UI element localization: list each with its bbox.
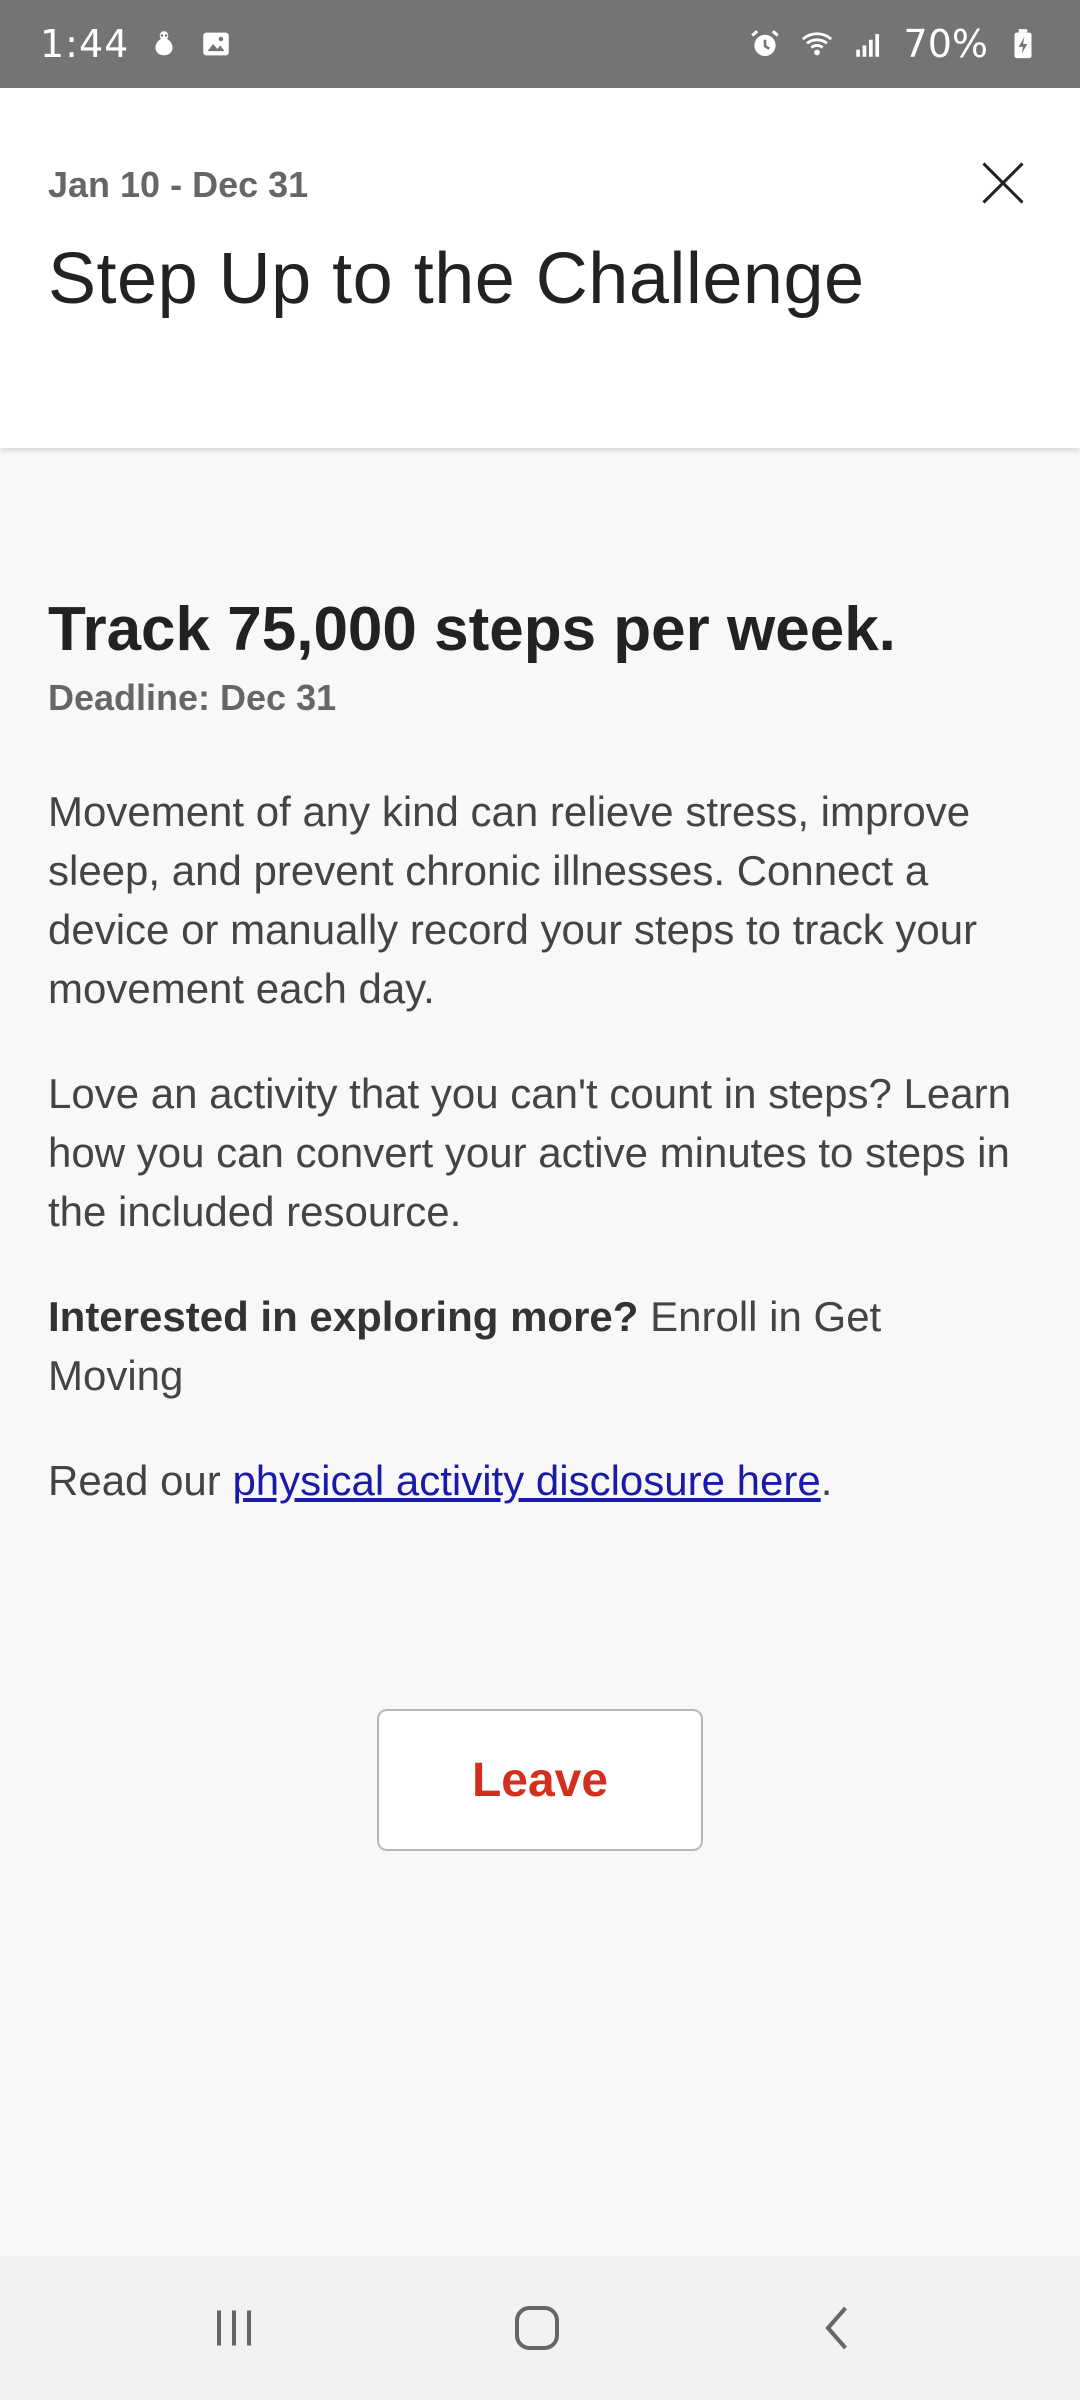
close-button[interactable] [968,148,1038,218]
disclosure-prefix: Read our [48,1457,233,1504]
page-title: Step Up to the Challenge [48,239,865,319]
recents-button[interactable] [174,2256,294,2400]
home-icon [515,2306,559,2350]
notification-icon [147,27,181,61]
back-button[interactable] [778,2256,898,2400]
wifi-icon [800,27,834,61]
deadline: Deadline: Dec 31 [48,677,337,718]
explore-bold-text: Interested in exploring more? [48,1293,639,1340]
header-card: Jan 10 - Dec 31 Step Up to the Challenge [0,88,1080,448]
signal-icon [852,27,886,61]
challenge-content: Track 75,000 steps per week. Deadline: D… [48,590,1028,1510]
battery-percent: 70% [903,22,988,66]
status-time: 1:44 [40,22,130,66]
status-bar-left: 1:44 [40,22,233,66]
home-button[interactable] [477,2256,597,2400]
alarm-icon [748,27,782,61]
date-range: Jan 10 - Dec 31 [48,164,309,205]
explore-paragraph: Interested in exploring more? Enroll in … [48,1287,1028,1405]
disclosure-paragraph: Read our physical activity disclosure he… [48,1451,1028,1510]
disclosure-link[interactable]: physical activity disclosure here [232,1457,820,1504]
leave-button[interactable]: Leave [377,1709,703,1851]
back-icon [825,2306,848,2350]
status-bar-right: 70% [748,22,1040,66]
battery-icon [1006,27,1040,61]
disclosure-suffix: . [820,1457,833,1504]
description-paragraph: Movement of any kind can relieve stress,… [48,788,978,1012]
conversion-paragraph: Love an activity that you can't count in… [48,1070,1011,1235]
close-icon [982,162,1024,204]
goal-title: Track 75,000 steps per week. [48,595,896,664]
gallery-icon [199,27,233,61]
navigation-bar [0,2256,1080,2400]
status-bar: 1:44 70% [0,0,1080,88]
recents-icon [217,2310,251,2346]
